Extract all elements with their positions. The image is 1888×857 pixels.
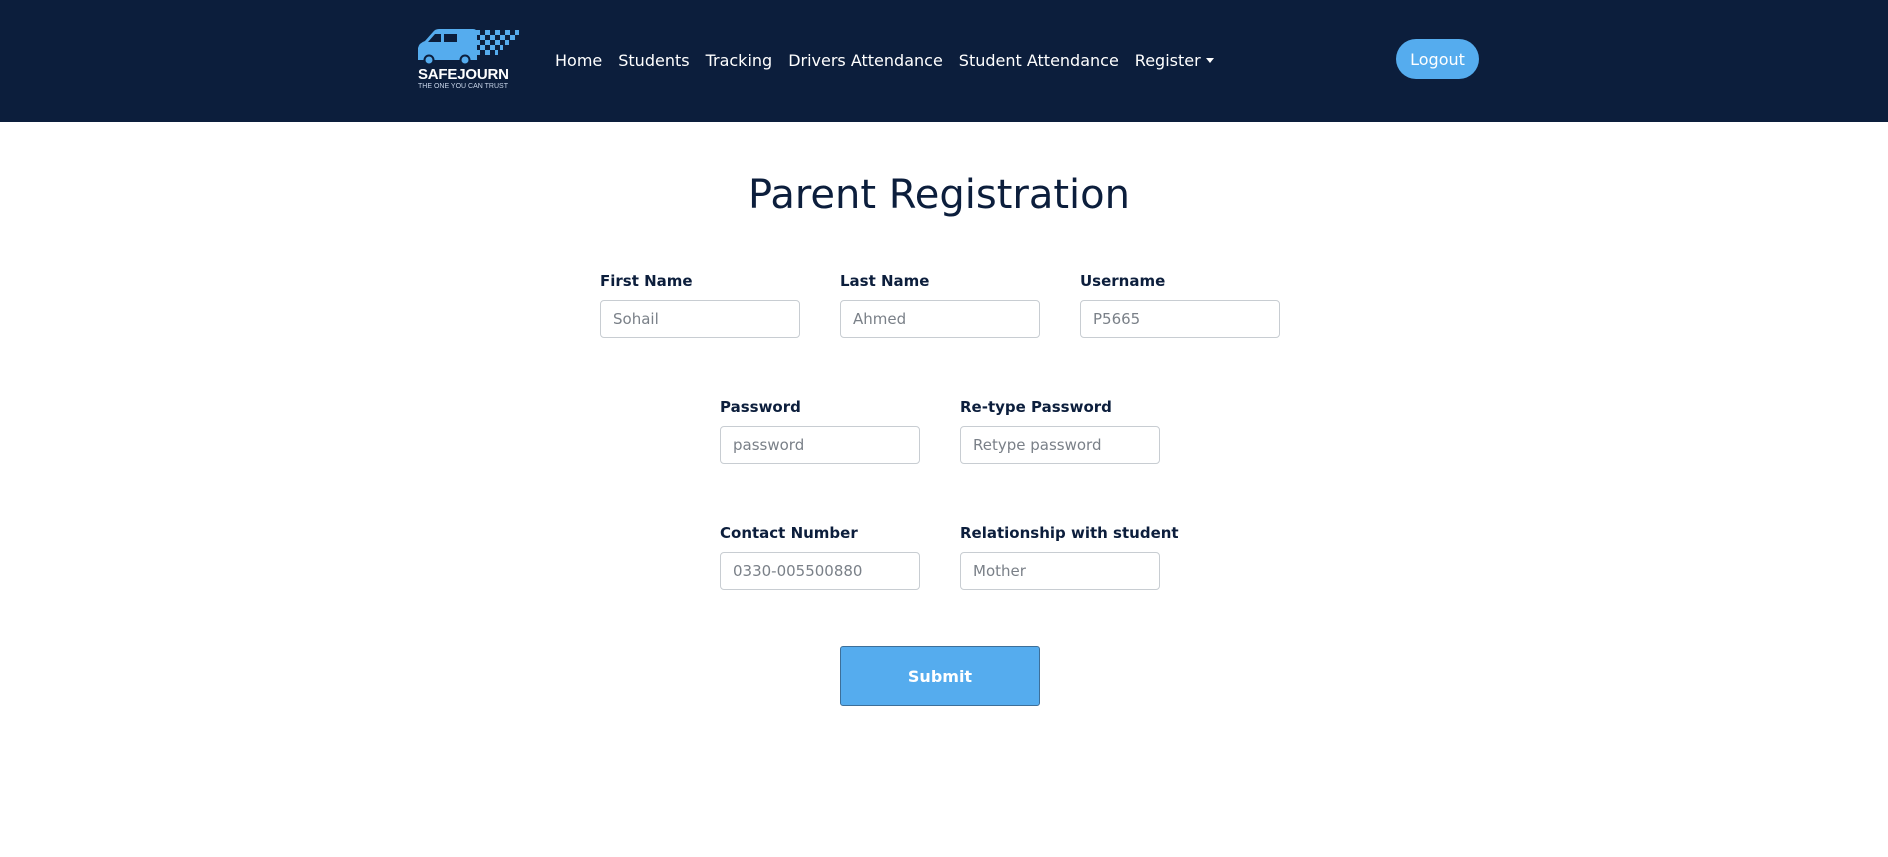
last-name-label: Last Name [840, 272, 930, 290]
password-group: Password [720, 397, 920, 464]
nav-item-tracking[interactable]: Tracking [706, 51, 773, 70]
van-icon [418, 29, 519, 66]
contact-number-group: Contact Number [720, 523, 920, 590]
first-name-input[interactable] [600, 300, 800, 338]
nav-item-home[interactable]: Home [555, 51, 602, 70]
retype-password-group: Re-type Password [960, 397, 1160, 464]
relationship-input[interactable] [960, 552, 1160, 590]
brand-name: SAFEJOURN [418, 66, 509, 83]
last-name-group: Last Name [840, 271, 1040, 338]
contact-number-label: Contact Number [720, 524, 858, 542]
contact-number-input[interactable] [720, 552, 920, 590]
nav-menu: Home Students Tracking Drivers Attendanc… [555, 48, 1214, 72]
last-name-input[interactable] [840, 300, 1040, 338]
retype-password-input[interactable] [960, 426, 1160, 464]
retype-password-label: Re-type Password [960, 398, 1112, 416]
brand-logo[interactable]: SAFEJOURN THE ONE YOU CAN TRUST [415, 26, 521, 92]
username-group: Username [1080, 271, 1280, 338]
first-name-label: First Name [600, 272, 693, 290]
brand-tagline: THE ONE YOU CAN TRUST [418, 83, 508, 90]
nav-item-student-attendance[interactable]: Student Attendance [959, 51, 1119, 70]
first-name-group: First Name [600, 271, 800, 338]
username-label: Username [1080, 272, 1166, 290]
nav-item-register-dropdown[interactable]: Register [1135, 51, 1214, 70]
username-input[interactable] [1080, 300, 1280, 338]
nav-item-drivers-attendance[interactable]: Drivers Attendance [788, 51, 943, 70]
nav-item-register-label: Register [1134, 50, 1201, 70]
top-navbar: SAFEJOURN THE ONE YOU CAN TRUST Home Stu… [0, 0, 1888, 122]
password-label: Password [720, 398, 801, 416]
logout-button[interactable]: Logout [1396, 39, 1479, 79]
relationship-label: Relationship with student [960, 524, 1179, 542]
relationship-group: Relationship with student [960, 523, 1179, 590]
password-input[interactable] [720, 426, 920, 464]
page-title: Parent Registration [748, 172, 1130, 218]
submit-button[interactable]: Submit [840, 646, 1040, 706]
nav-item-students[interactable]: Students [618, 51, 689, 70]
caret-down-icon [1205, 57, 1214, 63]
